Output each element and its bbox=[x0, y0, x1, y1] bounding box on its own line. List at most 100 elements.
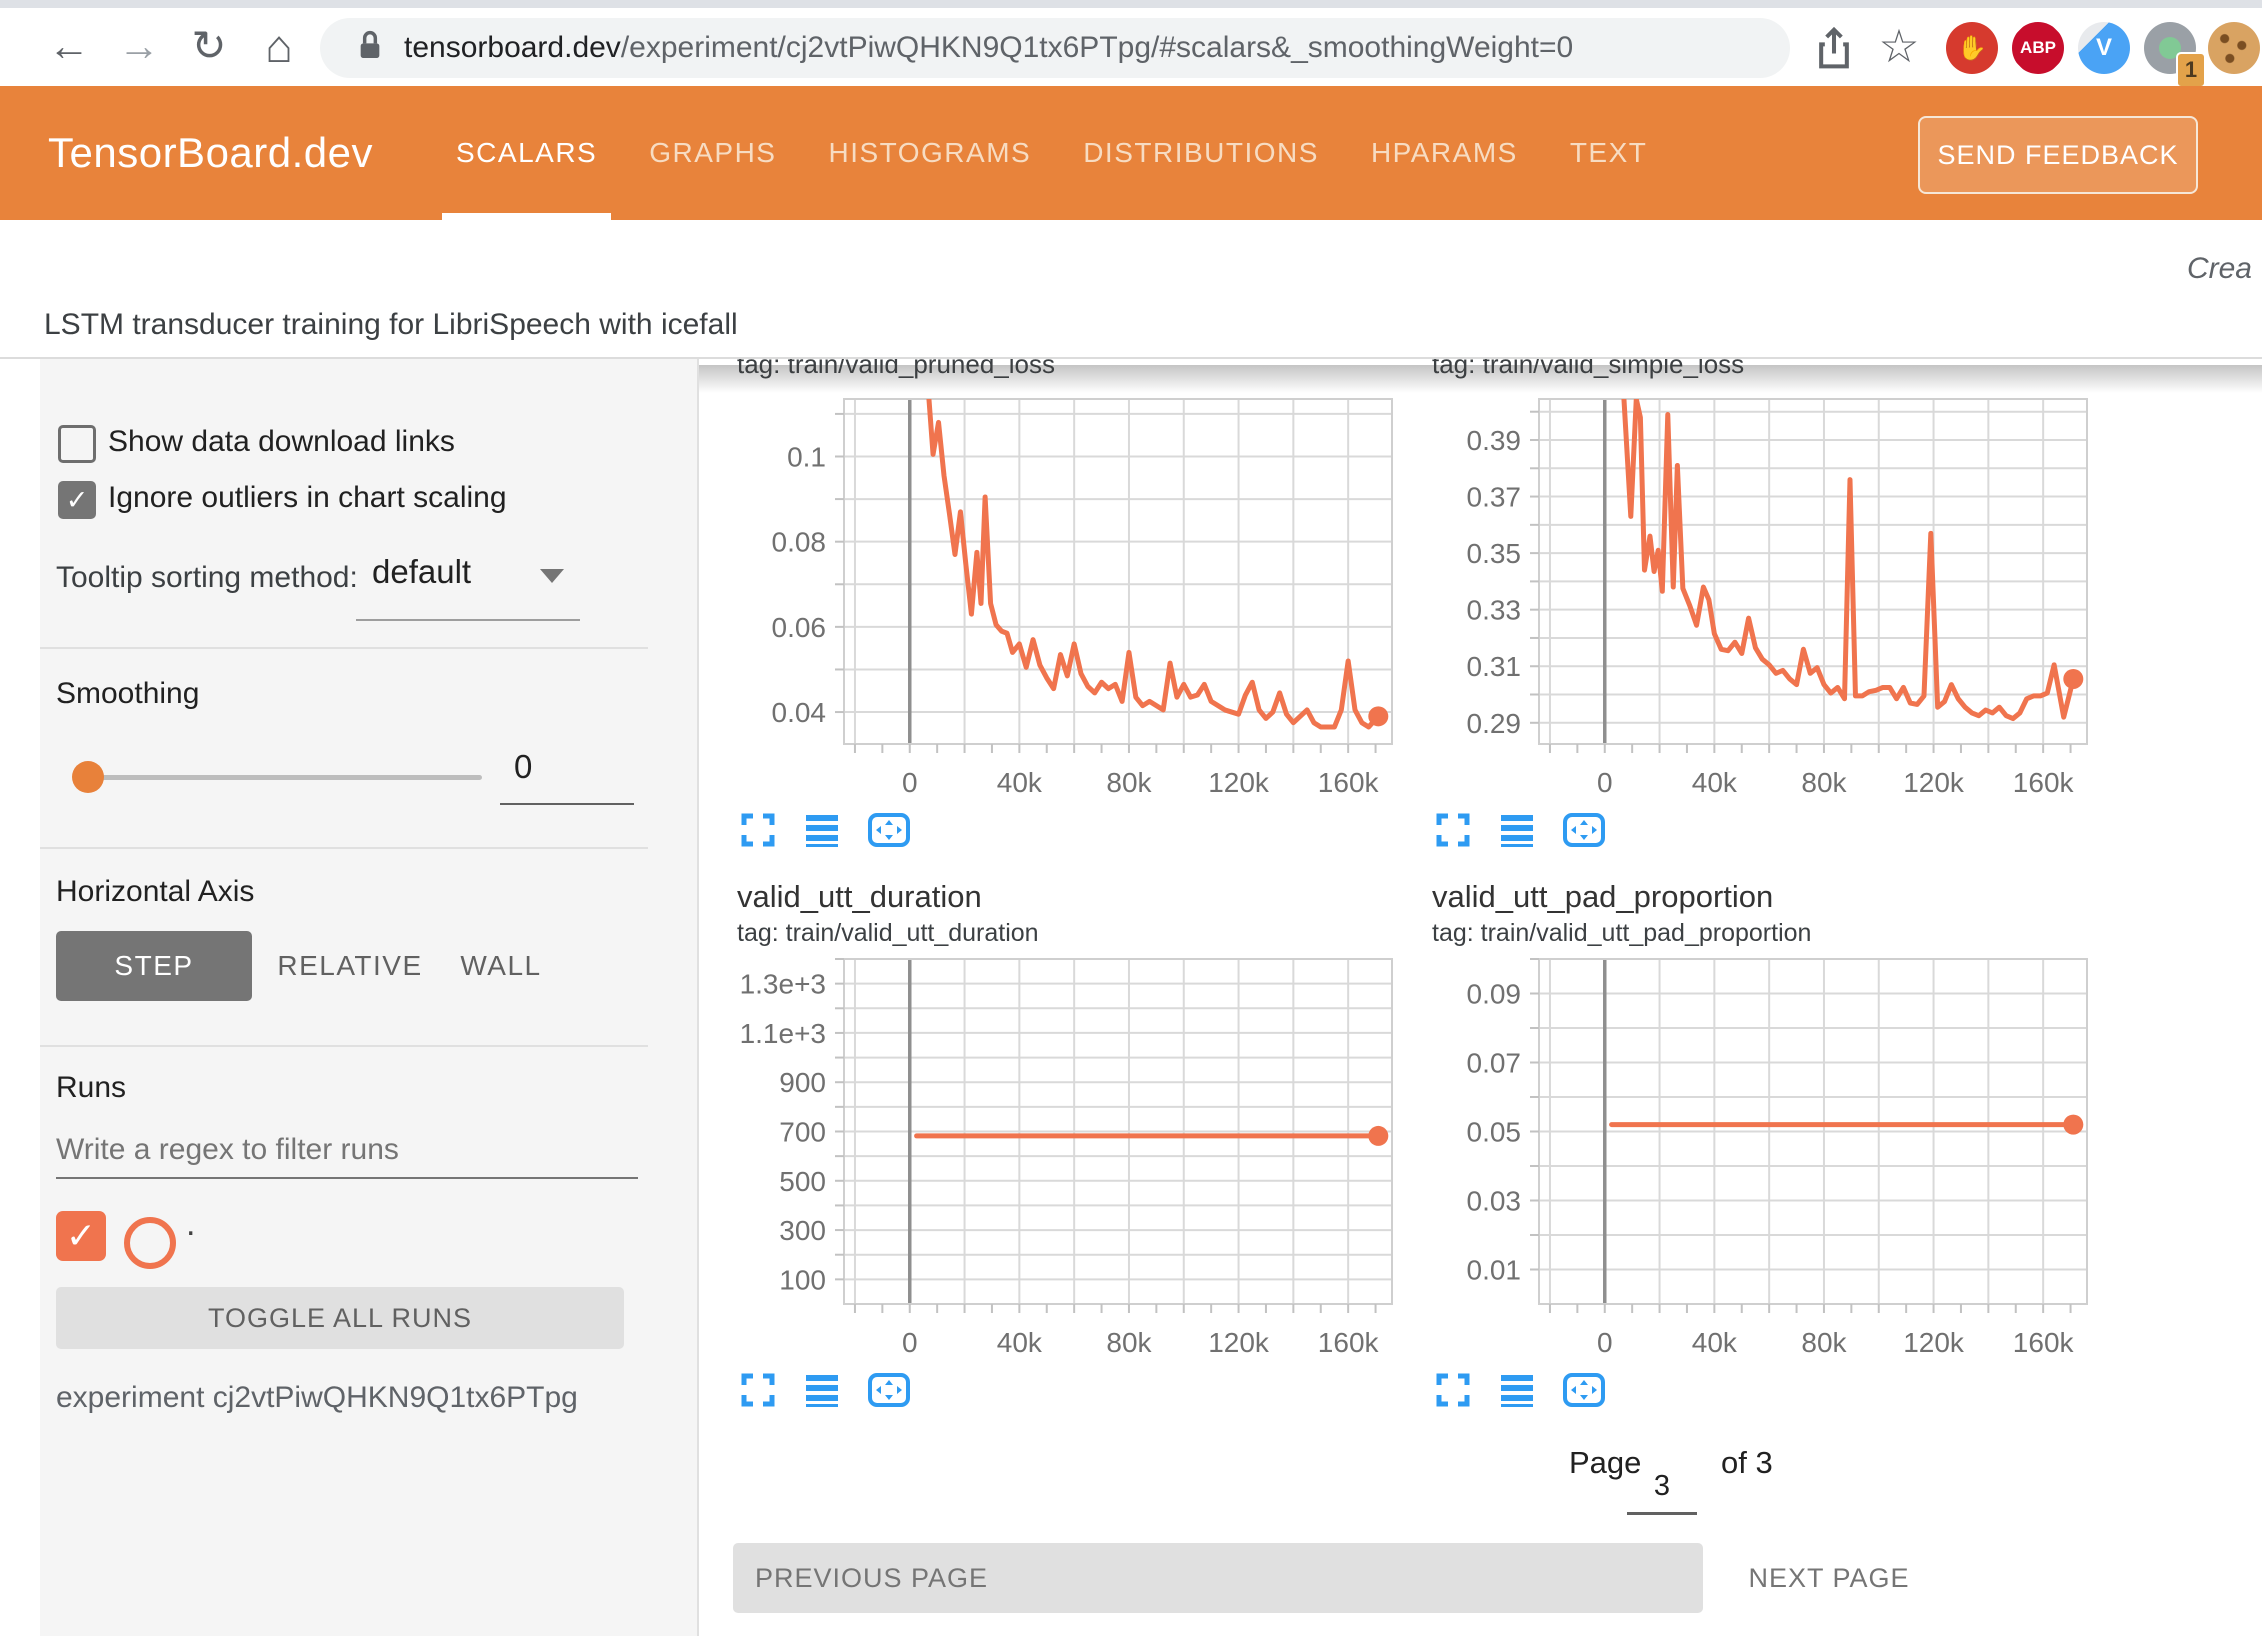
svg-text:0.07: 0.07 bbox=[1467, 1048, 1522, 1079]
svg-text:80k: 80k bbox=[1801, 1327, 1847, 1358]
main-nav: SCALARS GRAPHS HISTOGRAMS DISTRIBUTIONS … bbox=[430, 86, 1673, 220]
app-logo[interactable]: TensorBoard.dev bbox=[48, 86, 373, 220]
svg-text:40k: 40k bbox=[1692, 1327, 1738, 1358]
reload-icon[interactable]: ↻ bbox=[182, 16, 236, 76]
fullscreen-icon[interactable] bbox=[739, 1371, 777, 1414]
svg-text:0.03: 0.03 bbox=[1467, 1186, 1522, 1217]
created-label-clipped: Crea bbox=[2187, 252, 2252, 286]
experiment-subheader: Crea LSTM transducer training for LibriS… bbox=[0, 220, 2262, 357]
svg-text:0: 0 bbox=[1597, 1327, 1613, 1358]
svg-text:0.1: 0.1 bbox=[787, 442, 826, 473]
svg-text:900: 900 bbox=[779, 1067, 826, 1098]
run-name-label: . bbox=[186, 1205, 195, 1244]
extension-cookie-icon[interactable] bbox=[2208, 22, 2260, 74]
smoothing-slider-thumb[interactable] bbox=[72, 761, 104, 793]
divider bbox=[40, 647, 648, 649]
svg-text:300: 300 bbox=[779, 1215, 826, 1246]
svg-text:0.31: 0.31 bbox=[1467, 651, 1522, 682]
page-of-label: of 3 bbox=[1721, 1445, 1773, 1481]
scalar-chart-valid-utt-duration[interactable]: 040k80k120k160k1003005007009001.1e+31.3e… bbox=[699, 947, 1409, 1392]
svg-text:1.1e+3: 1.1e+3 bbox=[740, 1018, 826, 1049]
expand-rows-icon[interactable] bbox=[803, 811, 841, 854]
svg-text:160k: 160k bbox=[1318, 767, 1380, 798]
svg-text:0.35: 0.35 bbox=[1467, 538, 1522, 569]
svg-text:0.06: 0.06 bbox=[772, 612, 827, 643]
tab-graphs[interactable]: GRAPHS bbox=[623, 86, 802, 220]
svg-text:0.33: 0.33 bbox=[1467, 595, 1522, 626]
pan-zoom-icon[interactable] bbox=[867, 811, 911, 854]
back-icon[interactable]: ← bbox=[42, 16, 96, 76]
send-feedback-button[interactable]: SEND FEEDBACK bbox=[1918, 116, 2198, 194]
show-download-links-checkbox[interactable] bbox=[58, 425, 96, 463]
smoothing-label: Smoothing bbox=[56, 677, 199, 711]
svg-text:0: 0 bbox=[902, 1327, 918, 1358]
axis-relative-button[interactable]: RELATIVE bbox=[252, 931, 448, 1001]
chart-title: valid_utt_pad_proportion bbox=[1432, 879, 1773, 915]
expand-rows-icon[interactable] bbox=[803, 1371, 841, 1414]
next-page-button[interactable]: NEXT PAGE bbox=[1709, 1543, 1949, 1613]
show-download-links-label: Show data download links bbox=[108, 425, 455, 459]
svg-text:0.01: 0.01 bbox=[1467, 1255, 1522, 1286]
fullscreen-icon[interactable] bbox=[739, 811, 777, 854]
tooltip-sorting-select[interactable]: default bbox=[372, 553, 471, 591]
share-icon[interactable] bbox=[1812, 24, 1856, 77]
app-header: TensorBoard.dev SCALARS GRAPHS HISTOGRAM… bbox=[0, 86, 2262, 220]
smoothing-slider-track[interactable] bbox=[88, 775, 482, 780]
run-checkbox[interactable]: ✓ bbox=[56, 1211, 106, 1261]
forward-icon[interactable]: → bbox=[112, 16, 166, 76]
divider bbox=[40, 847, 648, 849]
pan-zoom-icon[interactable] bbox=[1562, 811, 1606, 854]
tab-scalars[interactable]: SCALARS bbox=[430, 86, 623, 220]
tab-strip bbox=[0, 0, 2262, 8]
expand-rows-icon[interactable] bbox=[1498, 811, 1536, 854]
pan-zoom-icon[interactable] bbox=[1562, 1371, 1606, 1414]
url-bar[interactable]: tensorboard.dev/experiment/cj2vtPiwQHKN9… bbox=[320, 18, 1790, 78]
svg-text:120k: 120k bbox=[1903, 1327, 1965, 1358]
scalar-chart-valid-simple-loss[interactable]: 040k80k120k160k0.290.310.330.350.370.39 bbox=[1394, 387, 2104, 832]
fullscreen-icon[interactable] bbox=[1434, 811, 1472, 854]
axis-wall-button[interactable]: WALL bbox=[428, 931, 574, 1001]
fullscreen-icon[interactable] bbox=[1434, 1371, 1472, 1414]
svg-text:40k: 40k bbox=[1692, 767, 1738, 798]
svg-text:0.37: 0.37 bbox=[1467, 482, 1522, 513]
chart-tag: tag: train/valid_utt_pad_proportion bbox=[1432, 919, 1811, 948]
ignore-outliers-checkbox[interactable]: ✓ bbox=[58, 481, 96, 519]
home-icon[interactable]: ⌂ bbox=[252, 16, 306, 76]
bookmark-star-icon[interactable]: ☆ bbox=[1872, 16, 1926, 76]
tooltip-sorting-label: Tooltip sorting method: bbox=[56, 561, 358, 595]
extension-abp-icon[interactable]: ABP bbox=[2012, 22, 2064, 74]
run-color-ring-icon[interactable] bbox=[124, 1217, 176, 1269]
smoothing-value-input[interactable] bbox=[500, 735, 634, 805]
chart-tag: tag: train/valid_utt_duration bbox=[737, 919, 1039, 948]
chevron-down-icon[interactable] bbox=[540, 569, 564, 583]
chart-toolbar bbox=[739, 1371, 911, 1414]
svg-text:160k: 160k bbox=[2013, 767, 2075, 798]
axis-step-button[interactable]: STEP bbox=[56, 931, 252, 1001]
tab-hparams[interactable]: HPARAMS bbox=[1345, 86, 1544, 220]
expand-rows-icon[interactable] bbox=[1498, 1371, 1536, 1414]
toggle-all-runs-button[interactable]: TOGGLE ALL RUNS bbox=[56, 1287, 624, 1349]
svg-text:0.04: 0.04 bbox=[772, 697, 827, 728]
svg-text:40k: 40k bbox=[997, 767, 1043, 798]
chart-toolbar bbox=[1434, 1371, 1606, 1414]
runs-filter-input[interactable] bbox=[56, 1123, 638, 1179]
tab-text[interactable]: TEXT bbox=[1544, 86, 1674, 220]
tab-histograms[interactable]: HISTOGRAMS bbox=[802, 86, 1057, 220]
extension-hand-blocker-icon[interactable]: ✋ bbox=[1946, 22, 1998, 74]
pan-zoom-icon[interactable] bbox=[867, 1371, 911, 1414]
svg-text:160k: 160k bbox=[1318, 1327, 1380, 1358]
chart-toolbar bbox=[1434, 811, 1606, 854]
tab-distributions[interactable]: DISTRIBUTIONS bbox=[1057, 86, 1345, 220]
svg-text:0.05: 0.05 bbox=[1467, 1117, 1522, 1148]
svg-text:80k: 80k bbox=[1106, 1327, 1152, 1358]
scalar-chart-valid-pruned-loss[interactable]: 040k80k120k160k0.040.060.080.1 bbox=[699, 387, 1409, 832]
extension-v-icon[interactable]: V bbox=[2078, 22, 2130, 74]
svg-text:0: 0 bbox=[902, 767, 918, 798]
svg-text:40k: 40k bbox=[997, 1327, 1043, 1358]
previous-page-button[interactable]: PREVIOUS PAGE bbox=[733, 1543, 1703, 1613]
scalar-chart-valid-utt-pad-proportion[interactable]: 040k80k120k160k0.010.030.050.070.09 bbox=[1394, 947, 2104, 1392]
runs-label: Runs bbox=[56, 1071, 126, 1105]
chart-title: valid_utt_duration bbox=[737, 879, 982, 915]
svg-text:0: 0 bbox=[1597, 767, 1613, 798]
page-number-input[interactable] bbox=[1627, 1451, 1697, 1515]
